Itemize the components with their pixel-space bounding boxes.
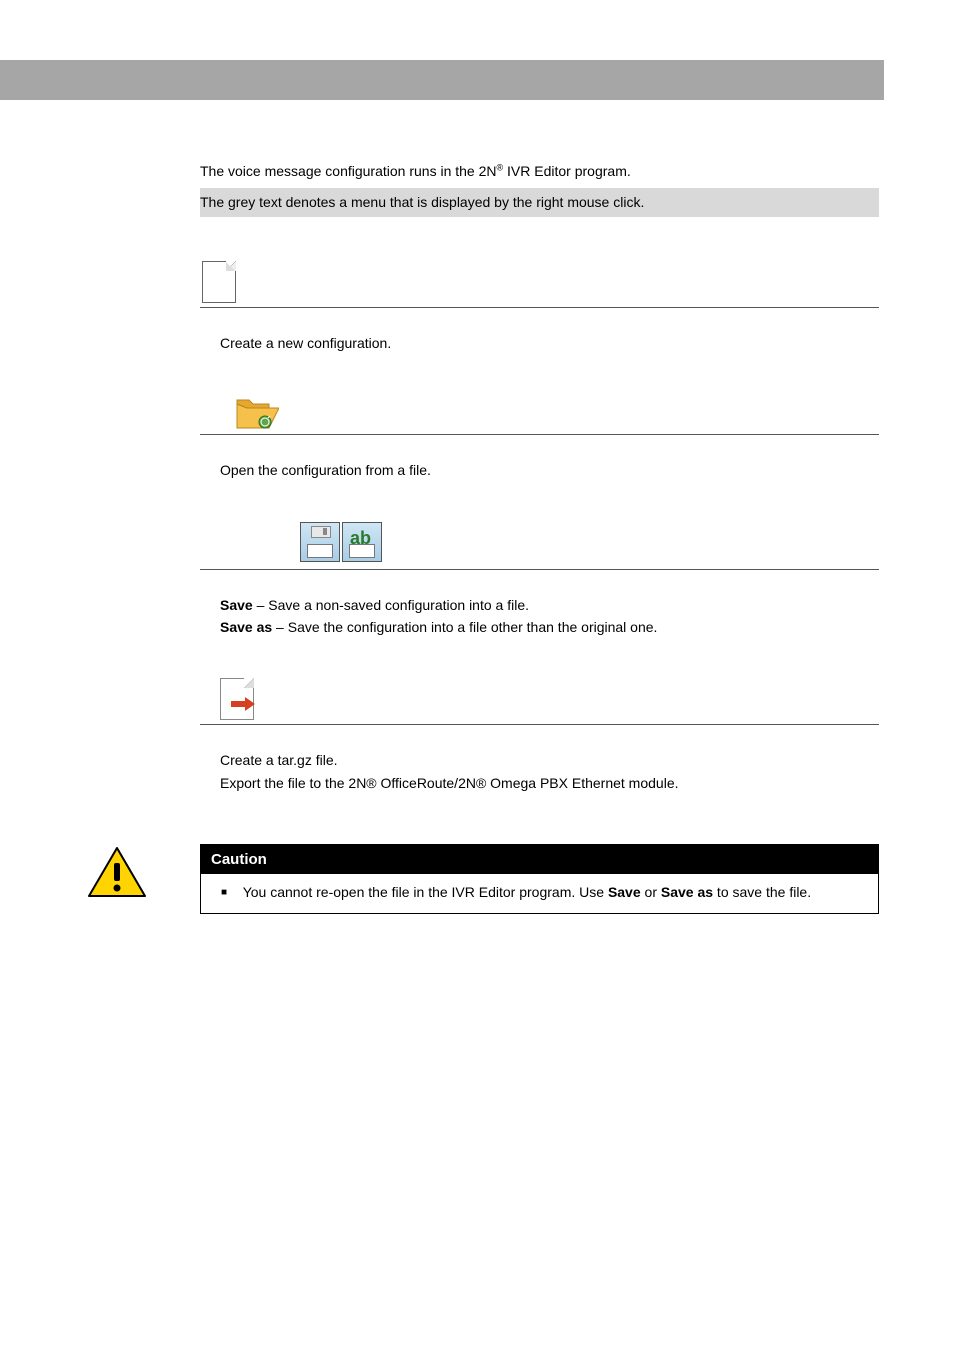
export-icon [200,678,254,720]
page-content: The voice message configuration runs in … [0,100,954,954]
caution-save: Save [608,884,641,900]
section-save: ab [200,522,879,570]
caution-saveas: Save as [661,884,713,900]
new-desc: Create a new configuration. [220,332,879,354]
caution-section: Caution You cannot re-open the file in t… [87,844,879,914]
save-text: – Save a non-saved configuration into a … [253,597,529,613]
save-as-icon: ab [342,522,382,562]
save-label: Save [220,597,253,613]
caution-text-pre: You cannot re-open the file in the IVR E… [243,884,608,900]
caution-title: Caution [201,845,878,874]
section-open [200,394,879,435]
new-file-icon [200,261,236,303]
open-desc: Open the configuration from a file. [220,459,879,481]
caution-box: Caution You cannot re-open the file in t… [200,844,879,914]
caution-text-post: to save the file. [713,884,811,900]
caution-body: You cannot re-open the file in the IVR E… [201,874,878,913]
warning-icon [87,846,147,903]
header-gap [884,60,954,100]
section-new [200,261,879,308]
saveas-label: Save as [220,619,272,635]
save-desc: Save – Save a non-saved configuration in… [220,594,879,639]
intro-text-post: IVR Editor program. [503,163,631,179]
header-bar [0,60,954,100]
export-line2: Export the file to the 2N® OfficeRoute/2… [220,775,679,791]
caution-text-mid: or [641,884,661,900]
export-desc: Create a tar.gz file. Export the file to… [220,749,879,794]
saveas-text: – Save the configuration into a file oth… [272,619,657,635]
save-icon [300,522,340,562]
intro-text-pre: The voice message configuration runs in … [200,163,497,179]
section-export [200,678,879,725]
caution-item: You cannot re-open the file in the IVR E… [243,882,864,903]
intro-line-2: The grey text denotes a menu that is dis… [200,188,879,216]
intro-line-1: The voice message configuration runs in … [200,160,879,182]
export-line1: Create a tar.gz file. [220,752,338,768]
save-icons-group: ab [300,522,382,562]
open-folder-icon [235,394,275,430]
